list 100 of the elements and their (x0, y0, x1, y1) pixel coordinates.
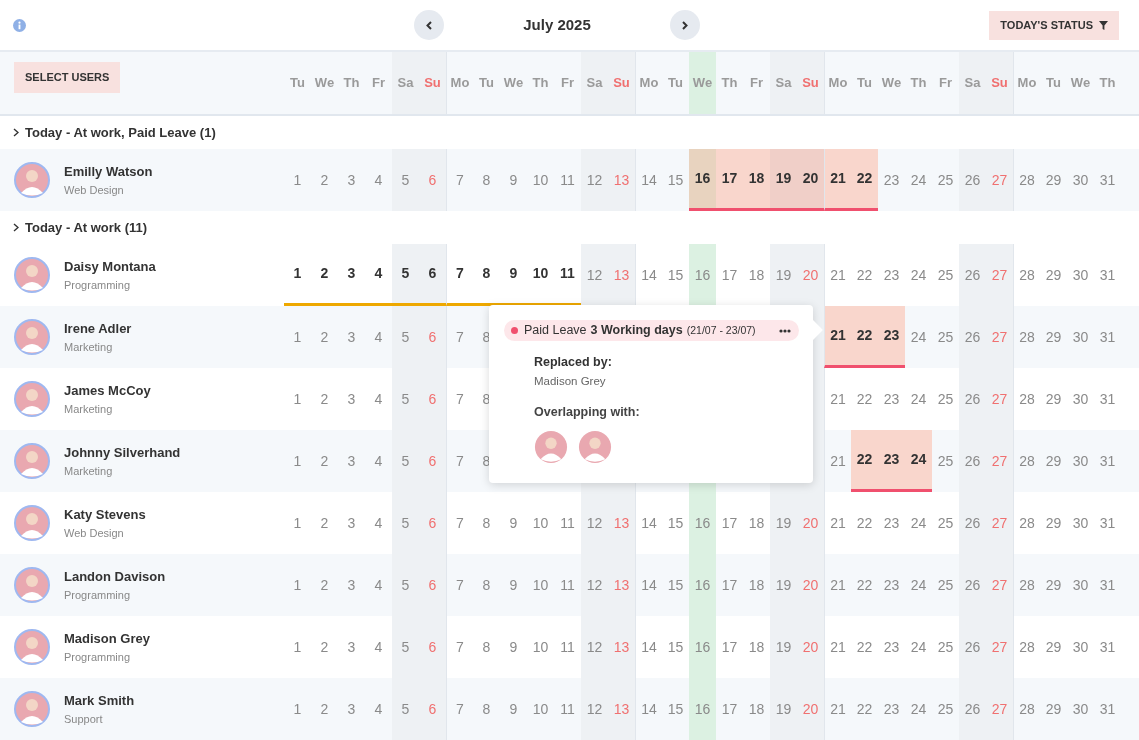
date-cell: 12 (581, 149, 608, 211)
date-cell-text: 9 (508, 170, 519, 190)
avatar-icon (14, 567, 50, 603)
date-cell-text: 1 (292, 327, 303, 347)
date-cell-text: 30 (1071, 170, 1090, 190)
date-cell: 16 (689, 616, 716, 678)
date-cell: 27 (986, 306, 1013, 368)
date-cell-text: 2 (319, 699, 330, 719)
date-cell: 26 (959, 368, 986, 430)
date-cell-text: 30 (1071, 575, 1090, 595)
date-cell-text: 3 (346, 575, 357, 595)
employee-team: Programming (64, 649, 132, 665)
date-cell-text: 24 (909, 575, 928, 595)
date-cell: 19 (770, 492, 797, 554)
date-cell-text: 1 (292, 389, 303, 409)
date-cell-text: 2 (319, 327, 330, 347)
date-cell-text: 22 (855, 265, 874, 285)
date-cell: 20 (797, 554, 824, 616)
date-cell-text: 2 (319, 451, 330, 471)
date-cell-text: 25 (936, 513, 955, 533)
date-cell-text: 4 (373, 699, 384, 719)
date-cell: 5 (392, 554, 419, 616)
date-cell-text: 23 (882, 637, 901, 657)
date-cell: 6 (419, 492, 446, 554)
date-cell-text: 18 (747, 575, 766, 595)
date-cell-text: 8 (481, 699, 492, 719)
select-users-button[interactable]: SELECT USERS (14, 62, 121, 93)
date-cell-text: 31 (1098, 327, 1117, 347)
date-cell: 5 (392, 149, 419, 211)
date-cell-text: 1 (292, 170, 303, 190)
date-cell: 16 (689, 149, 716, 211)
date-cell: 12 (581, 244, 608, 306)
todays-status-button[interactable]: TODAY'S STATUS (989, 10, 1119, 40)
date-cell-text: 30 (1071, 451, 1090, 471)
chevron-icon[interactable] (13, 223, 19, 232)
date-cell-text: 31 (1098, 637, 1117, 657)
date-cell-text: 17 (720, 699, 739, 719)
weekday-label: Th (342, 74, 361, 93)
date-cell: 6 (419, 616, 446, 678)
date-cell: 6 (419, 678, 446, 740)
date-cell-text: 3 (346, 451, 357, 471)
date-cell-text: 4 (373, 575, 384, 595)
date-cell: 26 (959, 430, 986, 492)
chevron-left-icon (426, 20, 432, 30)
date-cell: 13 (608, 616, 635, 678)
date-cell: 17 (716, 149, 743, 211)
date-cell: 27 (986, 678, 1013, 740)
avatar-icon (14, 162, 50, 198)
date-cell-text: 9 (508, 513, 519, 533)
date-cell-text: 1 (292, 637, 303, 657)
date-cell-text: 31 (1098, 513, 1117, 533)
date-cell-text: 24 (909, 699, 928, 719)
date-cell-text: 4 (373, 327, 384, 347)
date-cell: 16 (689, 678, 716, 740)
employee-team: Web Design (64, 525, 125, 541)
date-cell: 16 (689, 492, 716, 554)
date-cell-text: 25 (936, 637, 955, 657)
date-cell-text: 4 (373, 637, 384, 657)
date-cell-text: 2 (319, 170, 330, 190)
date-cell-text: 3 (346, 637, 357, 657)
weekday-label: Fr (560, 74, 575, 93)
employee-name: Landon Davison (64, 568, 166, 586)
weekday-label: Mo (635, 52, 662, 114)
date-cell-text: 25 (936, 327, 955, 347)
date-cell: 6 (419, 306, 446, 368)
leave-duration: 3 Working days (590, 322, 683, 340)
date-cell-text: 1 (292, 451, 303, 471)
previous-month-button[interactable] (414, 10, 444, 40)
date-cell-text: 29 (1044, 513, 1063, 533)
avatar-icon (14, 629, 50, 665)
date-cell: 21 (824, 678, 851, 740)
date-cell-text: 22 (855, 575, 874, 595)
weekday-label: Sa (581, 52, 608, 114)
date-cell-text: 15 (666, 637, 685, 657)
date-cell: 12 (581, 492, 608, 554)
more-icon[interactable] (779, 328, 791, 333)
employee-name: Daisy Montana (64, 258, 156, 276)
date-cell: 19 (770, 616, 797, 678)
date-cell: 13 (608, 149, 635, 211)
date-cell: 14 (635, 678, 662, 740)
weekday-label: Su (608, 52, 635, 114)
date-cell: 13 (608, 244, 635, 306)
group-title: Today - At work (11) (25, 218, 148, 237)
date-cell-text: 30 (1071, 699, 1090, 719)
chevron-icon[interactable] (13, 128, 19, 137)
date-cell-text: 24 (909, 637, 928, 657)
date-cell: 23 (878, 306, 905, 368)
date-cell-text: 23 (882, 513, 901, 533)
date-cell-text: 11 (559, 170, 576, 190)
employee-team: Web Design (64, 182, 125, 198)
date-cell-text: 15 (666, 699, 685, 719)
date-cell-text: 29 (1044, 389, 1063, 409)
date-cell: 5 (392, 368, 419, 430)
date-cell: 21 (824, 306, 851, 368)
date-cell: 24 (905, 430, 932, 492)
date-cell: 23 (878, 430, 905, 492)
date-cell: 21 (824, 149, 851, 211)
date-cell-text: 25 (936, 389, 955, 409)
date-cell: 5 (392, 306, 419, 368)
next-month-button[interactable] (670, 10, 700, 40)
